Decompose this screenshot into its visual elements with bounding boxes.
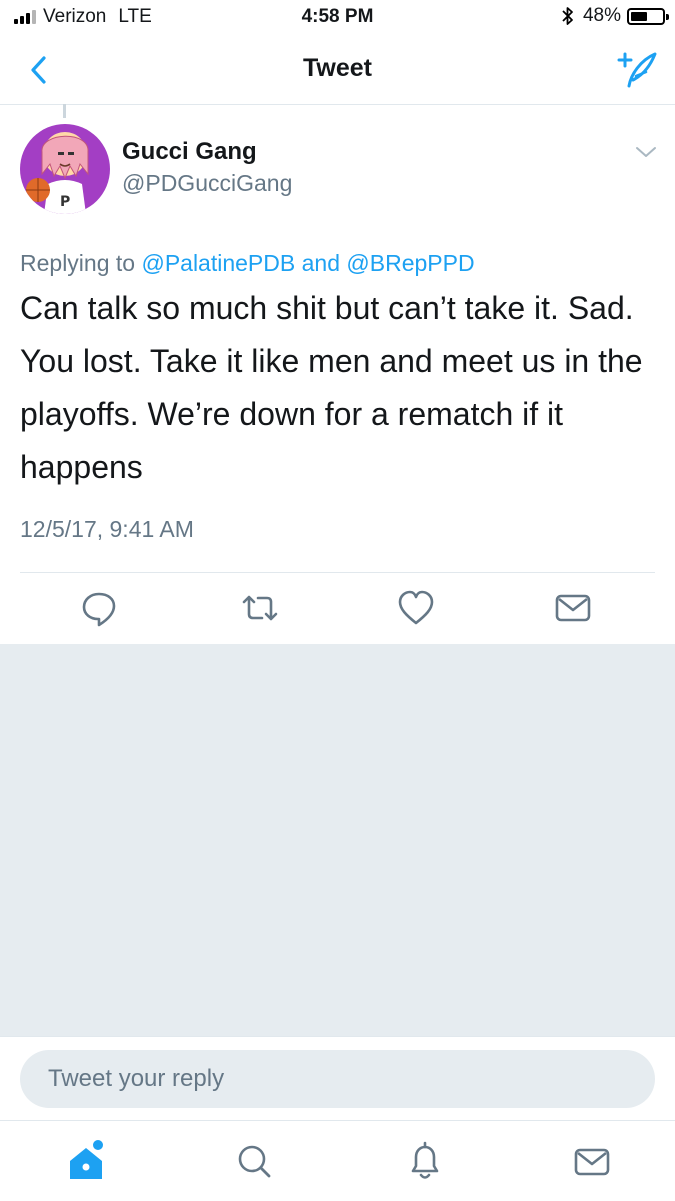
like-icon[interactable]: [396, 588, 436, 628]
battery-icon: [627, 7, 669, 25]
notifications-icon[interactable]: [405, 1139, 445, 1183]
battery-percent: 48%: [582, 5, 621, 26]
empty-replies-area: [0, 644, 675, 1036]
reply-bar: Tweet your reply: [0, 1036, 675, 1121]
reply-icon[interactable]: [79, 588, 119, 628]
svg-text:P: P: [60, 194, 70, 210]
reply-mention-1[interactable]: @PalatinePDB: [141, 250, 295, 276]
compose-tweet-icon[interactable]: [613, 50, 659, 90]
chevron-down-icon[interactable]: [633, 142, 659, 162]
reply-mention-2[interactable]: @BRepPPD: [346, 250, 474, 276]
page-title: Tweet: [303, 54, 372, 82]
replying-to-line: Replying to @PalatinePDB and @BRepPPD: [20, 250, 475, 277]
messages-icon[interactable]: [572, 1139, 612, 1183]
divider: [20, 572, 655, 573]
thread-connector-line: [63, 104, 66, 118]
tweet-text: Can talk so much shit but can’t take it.…: [20, 290, 643, 485]
status-right: 48%: [561, 5, 669, 27]
search-icon[interactable]: [234, 1139, 274, 1183]
status-bar: Verizon LTE 4:58 PM 48%: [0, 0, 675, 36]
user-handle[interactable]: @PDGucciGang: [122, 170, 292, 197]
replying-to-label: Replying to: [20, 250, 136, 276]
home-icon[interactable]: [66, 1139, 106, 1183]
avatar[interactable]: P: [20, 124, 110, 214]
tweet-actions: [0, 588, 675, 630]
reply-and: and: [301, 250, 340, 276]
retweet-icon[interactable]: [240, 588, 280, 628]
tweet-timestamp: 12/5/17, 9:41 AM: [20, 516, 194, 542]
direct-message-icon[interactable]: [553, 588, 593, 628]
tab-bar: [0, 1120, 675, 1201]
bluetooth-icon: [562, 7, 573, 25]
display-name[interactable]: Gucci Gang: [122, 138, 257, 166]
nav-bar: Tweet: [0, 36, 675, 105]
reply-input[interactable]: Tweet your reply: [20, 1050, 655, 1108]
